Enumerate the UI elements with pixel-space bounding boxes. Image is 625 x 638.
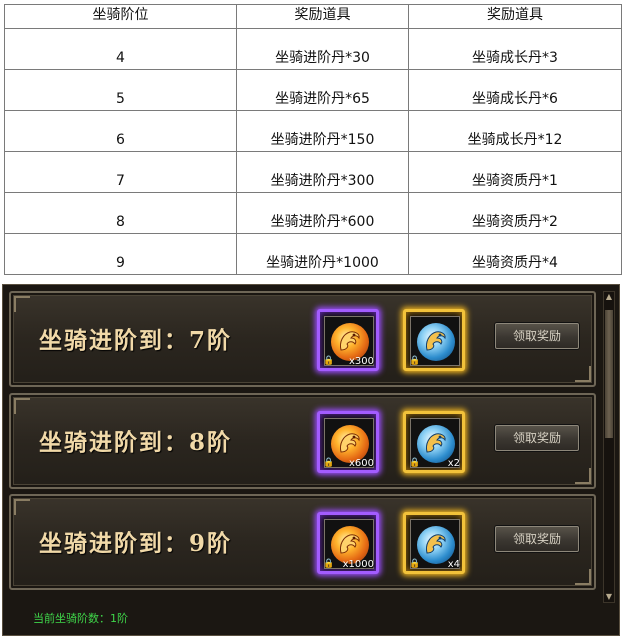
table-cell: 9: [4, 233, 237, 275]
item-quantity: x1000: [342, 559, 374, 570]
tier-title: 坐骑进阶到：9阶: [39, 530, 233, 557]
reward-item-slot[interactable]: 🔒 x600: [317, 411, 379, 473]
tier-row-9: 坐骑进阶到：9阶 🔒 x1000 🔒 x4 领取奖励: [9, 494, 596, 590]
scroll-up-icon[interactable]: ▲: [604, 292, 614, 302]
header-mount-tier: 坐骑阶位: [4, 4, 237, 29]
dragon-ice-icon: [426, 534, 446, 554]
scroll-down-icon[interactable]: ▼: [604, 592, 614, 602]
item-quantity: x2: [447, 458, 460, 469]
table-cell: 5: [4, 69, 237, 111]
item-quantity: x600: [348, 458, 374, 469]
header-reward-item: 奖励道具: [408, 4, 622, 29]
table-row: 9 坐骑进阶丹*1000 坐骑资质丹*4: [4, 233, 622, 275]
table-cell: 坐骑进阶丹*150: [236, 110, 409, 152]
claim-reward-button[interactable]: 领取奖励: [495, 425, 579, 451]
reward-item-slot[interactable]: 🔒 x2: [403, 411, 465, 473]
item-quantity: x4: [447, 559, 460, 570]
table-cell: 坐骑进阶丹*600: [236, 192, 409, 234]
lock-icon: 🔒: [323, 356, 335, 366]
lock-icon: 🔒: [323, 559, 335, 569]
lock-icon: 🔒: [409, 559, 421, 569]
tier-row-8: 坐骑进阶到：8阶 🔒 x600 🔒 x2 领取奖励: [9, 393, 596, 489]
table-row: 6 坐骑进阶丹*150 坐骑成长丹*12: [4, 110, 622, 152]
dragon-ice-icon: [426, 331, 446, 351]
table-cell: 坐骑进阶丹*300: [236, 151, 409, 193]
table-cell: 坐骑成长丹*12: [408, 110, 622, 152]
dragon-fire-icon: [340, 331, 360, 351]
table-cell: 6: [4, 110, 237, 152]
vertical-scrollbar[interactable]: ▲ ▼: [603, 291, 615, 603]
claim-reward-button[interactable]: 领取奖励: [495, 323, 579, 349]
header-reward-item: 奖励道具: [236, 4, 409, 29]
dragon-fire-icon: [340, 534, 360, 554]
table-header-row: 坐骑阶位 奖励道具 奖励道具: [4, 4, 622, 29]
lock-icon: 🔒: [409, 458, 421, 468]
lock-icon: 🔒: [409, 356, 421, 366]
lock-icon: 🔒: [323, 458, 335, 468]
table-cell: 坐骑成长丹*6: [408, 69, 622, 111]
current-tier-status: 当前坐骑阶数：1阶: [33, 612, 128, 625]
table-cell: 坐骑进阶丹*30: [236, 28, 409, 70]
table-cell: 坐骑资质丹*2: [408, 192, 622, 234]
table-cell: 坐骑进阶丹*65: [236, 69, 409, 111]
table-row: 5 坐骑进阶丹*65 坐骑成长丹*6: [4, 69, 622, 111]
reward-table: 坐骑阶位 奖励道具 奖励道具 4 坐骑进阶丹*30 坐骑成长丹*3 5 坐骑进阶…: [4, 4, 622, 275]
claim-reward-button[interactable]: 领取奖励: [495, 526, 579, 552]
table-cell: 7: [4, 151, 237, 193]
table-cell: 坐骑资质丹*1: [408, 151, 622, 193]
dragon-ice-icon: [426, 433, 446, 453]
reward-item-slot[interactable]: 🔒 x1000: [317, 512, 379, 574]
table-row: 4 坐骑进阶丹*30 坐骑成长丹*3: [4, 28, 622, 70]
table-row: 8 坐骑进阶丹*600 坐骑资质丹*2: [4, 192, 622, 234]
table-row: 7 坐骑进阶丹*300 坐骑资质丹*1: [4, 151, 622, 193]
reward-item-slot[interactable]: 🔒: [403, 309, 465, 371]
table-cell: 坐骑成长丹*3: [408, 28, 622, 70]
tier-title: 坐骑进阶到：8阶: [39, 429, 233, 456]
tier-row-7: 坐骑进阶到：7阶 🔒 x300 🔒 领取奖励: [9, 291, 596, 387]
mount-reward-panel: 坐骑进阶到：7阶 🔒 x300 🔒 领取奖励 坐骑进阶到：8阶 🔒 x600 🔒…: [2, 284, 620, 636]
table-cell: 8: [4, 192, 237, 234]
tier-title: 坐骑进阶到：7阶: [39, 327, 233, 354]
reward-item-slot[interactable]: 🔒 x4: [403, 512, 465, 574]
table-cell: 坐骑进阶丹*1000: [236, 233, 409, 275]
table-cell: 4: [4, 28, 237, 70]
reward-item-slot[interactable]: 🔒 x300: [317, 309, 379, 371]
table-cell: 坐骑资质丹*4: [408, 233, 622, 275]
scroll-thumb[interactable]: [605, 310, 613, 438]
item-quantity: x300: [348, 356, 374, 367]
dragon-fire-icon: [340, 433, 360, 453]
